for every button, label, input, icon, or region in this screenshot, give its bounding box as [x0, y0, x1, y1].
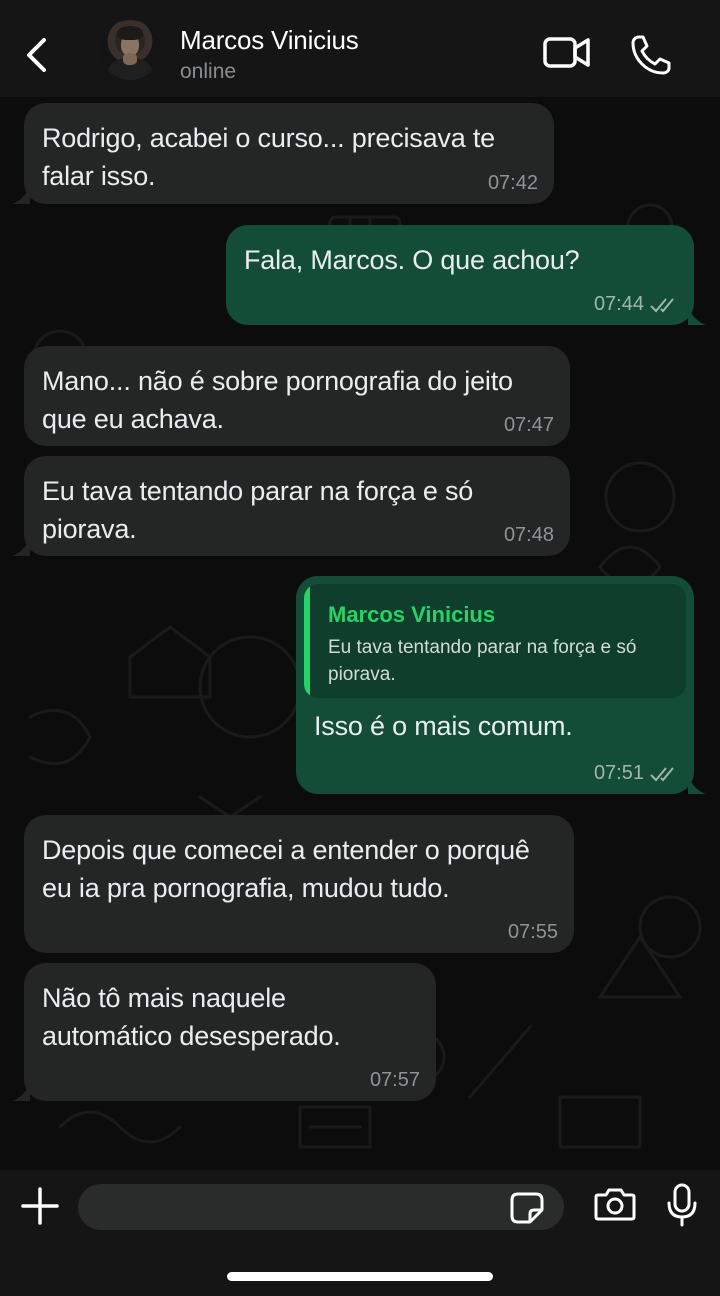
video-camera-icon	[543, 37, 590, 68]
message-time: 07:51	[594, 762, 678, 785]
message-bubble-incoming[interactable]: Rodrigo, acabei o curso... precisava te …	[24, 103, 554, 204]
sticker-icon	[510, 1192, 544, 1224]
message-time: 07:47	[503, 414, 554, 436]
microphone-icon	[667, 1183, 697, 1227]
message-text: Fala, Marcos. O que achou?	[244, 245, 580, 275]
video-call-button[interactable]	[543, 35, 591, 71]
bubble-tail	[688, 776, 706, 794]
contact-name[interactable]: Marcos Vinicius	[180, 25, 359, 56]
message-text: Depois que comecei a entender o porquê e…	[42, 835, 538, 903]
quoted-message[interactable]: Marcos Vinicius Eu tava tentando parar n…	[304, 584, 686, 698]
chat-header: Marcos Vinicius online	[0, 0, 720, 97]
plus-icon	[21, 1187, 59, 1225]
message-time: 07:48	[503, 524, 554, 546]
voice-message-button[interactable]	[666, 1183, 698, 1227]
message-text: Mano... não é sobre pornografia do jeito…	[42, 366, 521, 434]
quoted-sender: Marcos Vinicius	[328, 602, 496, 627]
message-list[interactable]: Rodrigo, acabei o curso... precisava te …	[0, 97, 720, 1170]
camera-icon	[594, 1188, 636, 1221]
message-input-box[interactable]	[78, 1184, 564, 1230]
message-time: 07:44	[594, 293, 678, 316]
chat-screen: Marcos Vinicius online Rodrigo, acabei o…	[0, 0, 720, 1296]
voice-call-button[interactable]	[630, 34, 672, 76]
bubble-tail	[12, 186, 30, 204]
message-bubble-incoming[interactable]: Depois que comecei a entender o porquê e…	[24, 815, 574, 953]
attach-button[interactable]	[20, 1186, 60, 1226]
message-input[interactable]	[98, 1193, 498, 1221]
message-text: Rodrigo, acabei o curso... precisava te …	[42, 123, 503, 191]
message-time: 07:42	[487, 172, 538, 194]
message-text: Isso é o mais comum.	[314, 711, 573, 741]
bubble-tail	[12, 538, 30, 556]
message-bubble-outgoing-reply[interactable]: Marcos Vinicius Eu tava tentando parar n…	[296, 576, 694, 794]
contact-status: online	[180, 60, 237, 83]
message-text: Não tô mais naquele automático desespera…	[42, 983, 341, 1051]
message-bubble-incoming[interactable]: Eu tava tentando parar na força e só pio…	[24, 456, 570, 556]
message-text: Eu tava tentando parar na força e só pio…	[42, 476, 481, 544]
double-check-icon	[650, 766, 674, 781]
message-bubble-incoming[interactable]: Mano... não é sobre pornografia do jeito…	[24, 346, 570, 446]
chevron-left-icon	[27, 38, 46, 72]
message-time: 07:57	[369, 1069, 420, 1091]
bubble-tail	[688, 307, 706, 325]
camera-button[interactable]	[594, 1186, 636, 1222]
double-check-icon	[650, 297, 674, 312]
sticker-button[interactable]	[510, 1192, 544, 1224]
phone-icon	[631, 35, 671, 75]
quote-accent-bar	[304, 584, 310, 698]
quoted-text: Eu tava tentando parar na força e só pio…	[328, 637, 637, 685]
message-bubble-outgoing[interactable]: Fala, Marcos. O que achou? 07:44	[226, 225, 694, 325]
bubble-tail	[12, 1083, 30, 1101]
message-bubble-incoming[interactable]: Não tô mais naquele automático desespera…	[24, 963, 436, 1101]
composer-bar	[0, 1170, 720, 1296]
back-button[interactable]	[20, 33, 52, 77]
contact-avatar[interactable]	[100, 20, 160, 80]
message-time: 07:55	[507, 921, 558, 943]
home-indicator[interactable]	[227, 1272, 493, 1281]
